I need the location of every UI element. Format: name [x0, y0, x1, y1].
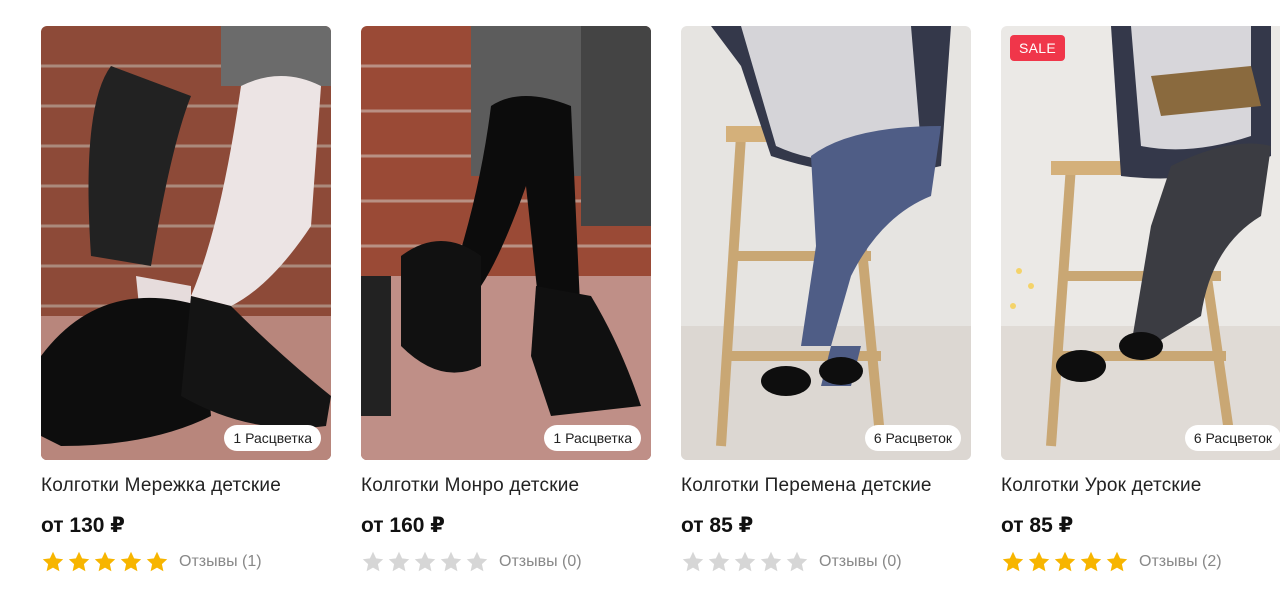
rating-stars — [681, 550, 809, 574]
star-filled-icon — [1080, 551, 1102, 572]
star-empty-icon — [682, 551, 704, 572]
product-title[interactable]: Колготки Перемена детские — [681, 475, 971, 497]
star-filled-icon — [1002, 551, 1024, 572]
product-title[interactable]: Колготки Мережка детские — [41, 475, 331, 497]
reviews-link[interactable]: Отзывы (0) — [819, 553, 902, 571]
star-filled-icon — [1028, 551, 1050, 572]
product-rating: Отзывы (0) — [361, 550, 651, 574]
star-empty-icon — [440, 551, 462, 572]
star-empty-icon — [760, 551, 782, 572]
star-empty-icon — [466, 551, 488, 572]
product-image[interactable]: 1 Расцветка — [361, 26, 651, 460]
sale-badge: SALE — [1010, 35, 1065, 61]
product-photo — [1001, 26, 1280, 460]
star-empty-icon — [414, 551, 436, 572]
rating-stars — [41, 550, 169, 574]
product-price: от 85 ₽ — [681, 514, 754, 537]
product-image[interactable]: SALE 6 Расцветок — [1001, 26, 1280, 460]
reviews-link[interactable]: Отзывы (1) — [179, 553, 262, 571]
product-rating: Отзывы (1) — [41, 550, 331, 574]
reviews-link[interactable]: Отзывы (0) — [499, 553, 582, 571]
colors-count-badge: 1 Расцветка — [224, 425, 321, 451]
star-empty-icon — [362, 551, 384, 572]
product-card[interactable]: 1 Расцветка Колготки Монро детские от 16… — [361, 26, 651, 574]
rating-stars — [1001, 550, 1129, 574]
star-filled-icon — [1054, 551, 1076, 572]
product-rating: Отзывы (0) — [681, 550, 971, 574]
product-image[interactable]: 6 Расцветок — [681, 26, 971, 460]
star-filled-icon — [120, 551, 142, 572]
star-filled-icon — [42, 551, 64, 572]
product-title[interactable]: Колготки Урок детские — [1001, 475, 1280, 497]
star-empty-icon — [708, 551, 730, 572]
product-title[interactable]: Колготки Монро детские — [361, 475, 651, 497]
colors-count-badge: 1 Расцветка — [544, 425, 641, 451]
star-empty-icon — [786, 551, 808, 572]
star-filled-icon — [68, 551, 90, 572]
product-card[interactable]: 1 Расцветка Колготки Мережка детские от … — [41, 26, 331, 574]
product-price: от 85 ₽ — [1001, 514, 1074, 537]
star-empty-icon — [734, 551, 756, 572]
star-filled-icon — [94, 551, 116, 572]
product-photo — [681, 26, 971, 460]
colors-count-badge: 6 Расцветок — [864, 425, 961, 451]
product-image[interactable]: 1 Расцветка — [41, 26, 331, 460]
product-photo — [361, 26, 651, 460]
reviews-link[interactable]: Отзывы (2) — [1139, 553, 1222, 571]
product-photo — [41, 26, 331, 460]
product-rating: Отзывы (2) — [1001, 550, 1280, 574]
star-filled-icon — [146, 551, 168, 572]
product-card[interactable]: SALE 6 Расцветок Колготки Урок детские о… — [1001, 26, 1280, 574]
star-filled-icon — [1106, 551, 1128, 572]
product-price: от 160 ₽ — [361, 514, 445, 537]
product-card[interactable]: 6 Расцветок Колготки Перемена детские от… — [681, 26, 971, 574]
star-empty-icon — [388, 551, 410, 572]
product-price: от 130 ₽ — [41, 514, 125, 537]
colors-count-badge: 6 Расцветок — [1184, 425, 1280, 451]
product-grid: 1 Расцветка Колготки Мережка детские от … — [0, 0, 1280, 603]
rating-stars — [361, 550, 489, 574]
